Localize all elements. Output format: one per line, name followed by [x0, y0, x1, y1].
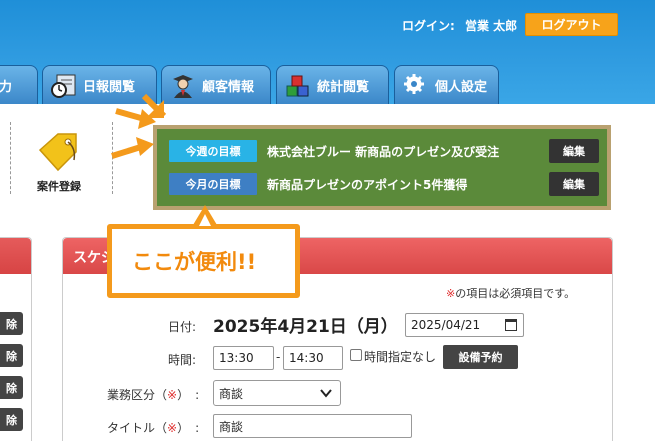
calendar-icon	[505, 319, 517, 331]
category-label: 業務区分（※）:	[107, 386, 199, 403]
weekly-goal-edit-button[interactable]: 編集	[549, 139, 599, 163]
colon: :	[195, 388, 200, 402]
tab-label: 力	[0, 80, 13, 95]
tab-label: 顧客情報	[202, 80, 255, 95]
title-label: タイトル（※）:	[107, 419, 199, 436]
delete-button[interactable]: 除	[0, 408, 23, 431]
monthly-goal-text: 新商品プレゼンのアポイント5件獲得	[267, 177, 468, 192]
gear-icon	[403, 73, 429, 99]
customer-person-icon	[170, 73, 196, 99]
date-label: 日付:	[168, 320, 197, 334]
time-separator: -	[276, 350, 281, 364]
delete-button[interactable]: 除	[0, 312, 23, 335]
no-time-label: 時間指定なし	[364, 350, 437, 364]
tab-personal-settings[interactable]: 個人設定	[394, 65, 499, 105]
tag-icon	[36, 130, 82, 180]
monthly-goal-tag: 今月の目標	[169, 173, 257, 195]
monthly-goal-edit-button[interactable]: 編集	[549, 172, 599, 196]
req-close: ）	[177, 421, 190, 435]
weekly-goal-text: 株式会社ブルー 新商品のプレゼン及び受注	[267, 144, 500, 159]
category-label-text: 業務区分	[107, 388, 156, 402]
required-note: ※の項目は必須項目です。	[446, 285, 575, 301]
logout-button[interactable]: ログアウト	[525, 13, 618, 36]
tab-label: 日報閲覧	[83, 80, 136, 95]
tab-statistics[interactable]: 統計閲覧	[276, 65, 389, 105]
title-label-text: タイトル	[107, 421, 156, 435]
required-mark: ※	[167, 421, 178, 435]
title-value: 商談	[219, 419, 244, 434]
time-start-value: 13:30	[219, 351, 254, 365]
colon: :	[195, 421, 200, 435]
goal-row-monthly: 今月の目標 新商品プレゼンのアポイント5件獲得 編集	[169, 172, 599, 196]
chevron-down-icon	[320, 387, 332, 401]
left-panel-header	[0, 238, 31, 274]
weekly-goal-tag: 今週の目標	[169, 140, 257, 162]
callout-text: ここが便利!!	[132, 250, 257, 274]
date-display: 2025年4月21日（月）	[213, 317, 398, 337]
date-value: 2025/04/21	[411, 318, 481, 332]
delete-button[interactable]: 除	[0, 376, 23, 399]
req-open: （	[155, 421, 168, 435]
category-select[interactable]: 商談	[213, 380, 341, 406]
goals-panel: 今週の目標 株式会社ブルー 新商品のプレゼン及び受注 編集 今月の目標 新商品プ…	[153, 125, 611, 210]
callout-box: ここが便利!!	[107, 224, 300, 298]
arrow-right-icon	[115, 108, 156, 129]
facility-reserve-button[interactable]: 設備予約	[443, 345, 518, 369]
time-end-input[interactable]: 14:30	[283, 346, 343, 370]
cubes-chart-icon	[285, 73, 311, 99]
tab-label: 個人設定	[435, 80, 488, 95]
required-mark: ※	[167, 388, 178, 402]
arrow-right-icon	[111, 137, 154, 159]
time-end-value: 14:30	[289, 351, 324, 365]
time-label: 時間:	[168, 353, 197, 367]
delete-button[interactable]: 除	[0, 344, 23, 367]
login-user-name: 営業 太郎	[465, 19, 518, 33]
goal-row-weekly: 今週の目標 株式会社ブルー 新商品のプレゼン及び受注 編集	[169, 139, 599, 163]
clock-report-icon	[51, 73, 77, 99]
callout-pointer-inner	[199, 214, 211, 226]
req-open: （	[155, 388, 168, 402]
tab-customer-info[interactable]: 顧客情報	[161, 65, 271, 105]
time-start-input[interactable]: 13:30	[213, 346, 274, 370]
case-register-button[interactable]: 案件登録	[24, 126, 94, 196]
required-note-text: の項目は必須項目です。	[455, 287, 576, 300]
required-mark: ※	[446, 287, 456, 300]
tab-partial[interactable]: 力	[0, 65, 38, 105]
case-register-label: 案件登録	[37, 180, 81, 193]
divider	[10, 122, 11, 194]
tab-label: 統計閲覧	[317, 80, 370, 95]
req-close: ）	[177, 388, 190, 402]
login-label: ログイン:	[402, 19, 455, 33]
category-value: 商談	[219, 386, 244, 401]
date-input[interactable]: 2025/04/21	[405, 313, 524, 337]
no-time-checkbox[interactable]	[350, 349, 362, 361]
title-input[interactable]: 商談	[213, 414, 412, 438]
